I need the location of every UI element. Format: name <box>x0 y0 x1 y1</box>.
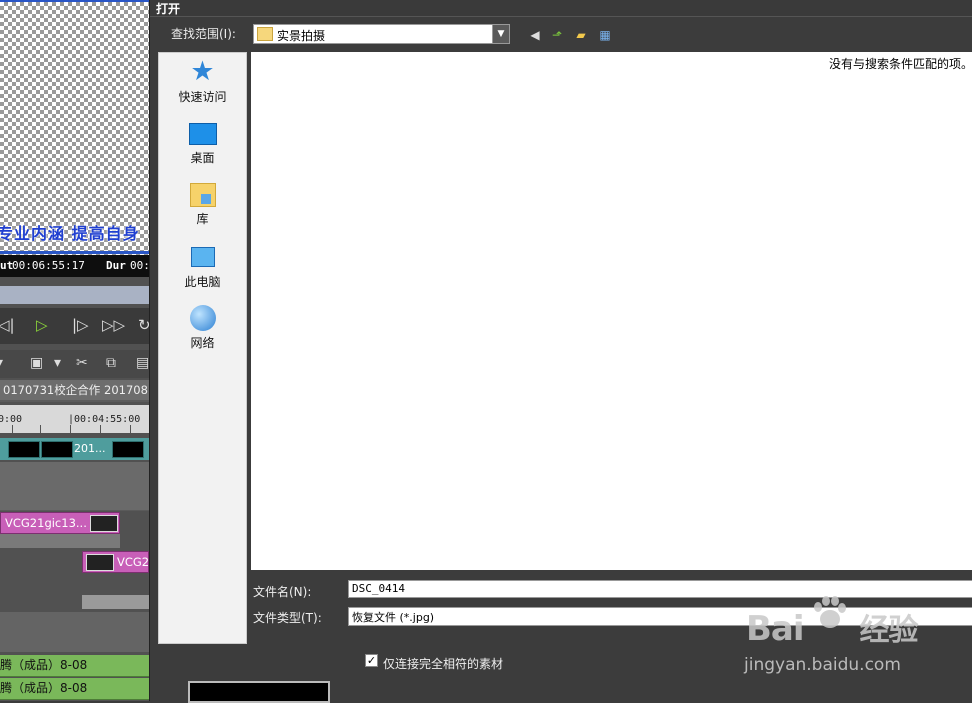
video-clip-label: 201... <box>74 442 106 455</box>
edit-toolbar: ▾ ▣ ▾ ✂ ⧉ ▤ <box>0 350 149 378</box>
places-bar: ★ 快速访问 桌面 库 此电脑 网络 <box>158 52 247 644</box>
overlay-clip-1[interactable]: VCG21gic13... <box>0 512 120 534</box>
scrub-bar[interactable] <box>0 286 149 304</box>
loop-icon[interactable]: ↻ <box>138 316 149 334</box>
overlay-clip-label: VCG21gic13... <box>5 516 87 530</box>
network-icon <box>189 305 216 331</box>
clip-thumbnail <box>112 441 144 458</box>
dur-label: Dur <box>106 259 126 272</box>
ruler-tick-label: |00:04:55:00 <box>68 414 141 425</box>
place-quick-access[interactable]: ★ 快速访问 <box>159 56 246 105</box>
ruler-tick <box>70 425 71 433</box>
dialog-title-bar: 打开 <box>150 0 972 17</box>
place-library[interactable]: 库 <box>159 183 246 227</box>
clip-thumbnail <box>8 441 40 458</box>
video-track-clip[interactable]: 201... <box>0 438 149 460</box>
ruler-tick <box>130 425 131 433</box>
save-icon[interactable]: ▣ <box>30 355 43 371</box>
prev-frame-icon[interactable]: ◁| <box>0 316 15 334</box>
only-matching-label: 仅连接完全相符的素材 <box>383 657 504 671</box>
folder-icon <box>257 27 273 41</box>
out-timecode: 00:06:55:17 <box>12 259 85 272</box>
clip-underbar <box>0 534 120 548</box>
file-list[interactable]: 没有与搜索条件匹配的项。 <box>251 52 972 570</box>
empty-message: 没有与搜索条件匹配的项。 <box>828 57 972 71</box>
paste-icon[interactable]: ▤ <box>136 355 149 371</box>
ruler-tick <box>12 425 13 433</box>
ruler-tick <box>100 425 101 433</box>
bin-item[interactable]: 腾（成品）8-08 <box>0 655 149 677</box>
watermark-brand: Bai 经验 <box>746 605 919 649</box>
file-preview <box>188 681 330 703</box>
place-label: 此电脑 <box>184 275 221 289</box>
play-icon[interactable]: ▷ <box>36 316 48 334</box>
watermark-brand-suffix: 经验 <box>859 613 919 648</box>
place-label: 桌面 <box>190 151 215 165</box>
overlay-clip-label: VCG2 <box>117 555 149 569</box>
tab-sequence-1[interactable]: 0170731校企合作 <box>0 380 105 400</box>
place-label: 快速访问 <box>178 90 227 104</box>
dialog-title: 打开 <box>156 2 181 16</box>
file-type-label: 文件类型(T): <box>253 611 322 625</box>
only-matching-checkbox[interactable]: ✓ <box>365 654 378 667</box>
up-folder-icon[interactable]: ⬏ <box>549 27 565 43</box>
new-folder-icon[interactable]: ▰ <box>573 27 589 43</box>
desktop-icon <box>188 123 217 145</box>
place-this-pc[interactable]: 此电脑 <box>159 245 246 290</box>
preview-subtitle: 专业内涵 提高自身 <box>0 224 140 243</box>
bin-item[interactable]: 腾（成品）8-08 <box>0 678 149 700</box>
overlay-clip-2[interactable]: VCG2 <box>82 551 149 573</box>
preview-monitor: 专业内涵 提高自身 <box>0 0 149 255</box>
look-in-dropdown[interactable]: 实景拍摄 <box>253 24 510 44</box>
clip-thumbnail <box>86 554 114 571</box>
empty-track <box>0 462 149 511</box>
ruler-tick <box>40 425 41 433</box>
preview-baseline <box>0 251 149 254</box>
look-in-value: 实景拍摄 <box>277 29 326 43</box>
clip-underbar <box>82 595 149 609</box>
menu-icon[interactable]: ▾ <box>0 355 3 371</box>
place-label: 库 <box>196 212 209 226</box>
back-icon[interactable]: ◀ <box>527 27 543 43</box>
library-icon <box>189 183 216 207</box>
clip-thumbnail <box>41 441 73 458</box>
watermark-brand-text: Bai <box>746 609 805 649</box>
copy-icon[interactable]: ⧉ <box>106 355 116 371</box>
tab-sequence-2[interactable]: 201708 <box>101 380 149 400</box>
chevron-down-icon[interactable]: ▾ <box>54 355 61 371</box>
timecode-bar: ut 00:06:55:17 Dur 00: <box>0 255 149 277</box>
place-desktop[interactable]: 桌面 <box>159 121 246 166</box>
view-menu-icon[interactable]: ▦ <box>597 27 613 43</box>
look-in-label: 查找范围(I): <box>171 27 236 41</box>
next-frame-icon[interactable]: |▷ <box>72 316 89 334</box>
watermark-url: jingyan.baidu.com <box>744 655 901 675</box>
baidu-watermark: Bai 经验 jingyan.baidu.com <box>744 595 972 685</box>
star-icon: ★ <box>190 56 215 87</box>
computer-icon <box>190 247 215 267</box>
fast-forward-icon[interactable]: ▷▷ <box>102 316 125 334</box>
dur-timecode: 00: <box>130 259 149 272</box>
timeline-ruler[interactable]: 0:00 |00:04:55:00 <box>0 405 149 433</box>
place-network[interactable]: 网络 <box>159 305 246 351</box>
place-label: 网络 <box>190 336 215 350</box>
sequence-tabs: 0170731校企合作 201708 <box>0 380 149 402</box>
empty-track <box>0 612 149 652</box>
file-name-label: 文件名(N): <box>253 585 312 599</box>
chevron-down-icon[interactable]: ▼ <box>492 24 510 44</box>
transport-controls: ◁| ▷ |▷ ▷▷ ↻ <box>0 308 149 344</box>
editor-panel: 专业内涵 提高自身 ut 00:06:55:17 Dur 00: ◁| ▷ |▷… <box>0 0 149 701</box>
scissors-icon[interactable]: ✂ <box>76 355 88 371</box>
clip-thumbnail <box>90 515 118 532</box>
ruler-tick-label: 0:00 <box>0 414 23 425</box>
